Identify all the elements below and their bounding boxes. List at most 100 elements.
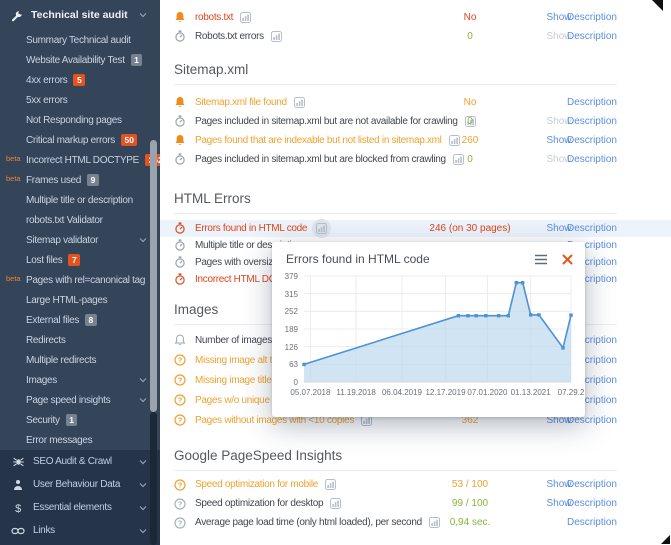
- timer-icon: [174, 115, 187, 128]
- sidebar-item-label: 4xx errors: [26, 75, 67, 86]
- question-alert-icon: ?: [174, 374, 187, 386]
- x-tick-label: 06.04.2019: [382, 388, 422, 397]
- y-tick-label: 379: [285, 272, 298, 281]
- link-icon: [11, 526, 25, 536]
- sidebar-item[interactable]: Website Availability Test1: [0, 50, 160, 70]
- description-link[interactable]: Description: [567, 479, 617, 490]
- count-badge: 5: [73, 74, 85, 86]
- sidebar-item-label: Redirects: [26, 335, 66, 346]
- sidebar-item-label: Security: [26, 415, 60, 426]
- audit-row: Pages included in sitemap.xml but are bl…: [160, 150, 671, 169]
- sidebar-item-label: Not Responding pages: [26, 115, 122, 126]
- menu-icon[interactable]: [534, 254, 548, 265]
- audit-row-label: Number of images: [195, 335, 272, 346]
- audit-row: Pages included in sitemap.xml but are no…: [160, 112, 671, 131]
- description-link[interactable]: Description: [567, 116, 617, 127]
- question-alert-icon: ?: [174, 479, 187, 491]
- sidebar-scrollbar-thumb[interactable]: [150, 140, 157, 412]
- sidebar-group-seo-audit-crawl[interactable]: SEO Audit & Crawl: [0, 450, 160, 473]
- sidebar-item[interactable]: Large HTML-pages: [0, 290, 160, 310]
- sidebar-item[interactable]: robots.txt Validator: [0, 210, 160, 230]
- sidebar-item[interactable]: Lost files 7: [0, 250, 160, 270]
- sidebar-item[interactable]: Multiple title or description: [0, 190, 160, 210]
- sidebar-group-links[interactable]: Links: [0, 519, 160, 542]
- close-icon[interactable]: [562, 254, 573, 265]
- sidebar-item[interactable]: betaIncorrect HTML DOCTYPE362: [0, 150, 160, 170]
- sidebar-item[interactable]: Sitemap validator: [0, 230, 160, 250]
- audit-row: ?Speed optimization for desktop99 / 100S…: [160, 494, 671, 513]
- question-alert-icon: ?: [174, 394, 187, 406]
- audit-row: Robots.txt errors0ShowDescription: [160, 27, 671, 46]
- chart-icon[interactable]: [240, 12, 251, 23]
- section-rows: robots.txtNoShowDescriptionRobots.txt er…: [160, 0, 671, 46]
- audit-row-value: 0: [400, 116, 540, 127]
- sidebar-item[interactable]: Security1: [0, 410, 160, 430]
- svg-text:?: ?: [178, 518, 183, 527]
- beta-badge: beta: [6, 274, 21, 283]
- sidebar-item-label: Page speed insights: [26, 395, 110, 406]
- chevron-down-icon: [139, 398, 147, 403]
- description-link[interactable]: Description: [567, 498, 617, 509]
- chart-icon[interactable]: [312, 219, 331, 238]
- sidebar-item[interactable]: Multiple redirects: [0, 350, 160, 370]
- count-badge: 7: [68, 254, 80, 266]
- sidebar-item[interactable]: betaFrames used9: [0, 170, 160, 190]
- timer-icon: [174, 256, 187, 269]
- popup-title: Errors found in HTML code: [286, 252, 534, 266]
- description-link[interactable]: Description: [567, 12, 617, 23]
- sidebar-item[interactable]: Redirects: [0, 330, 160, 350]
- sidebar-item-label: Multiple title or description: [26, 195, 133, 206]
- chart-icon[interactable]: [294, 97, 305, 108]
- sidebar-group-label: Links: [33, 525, 55, 536]
- description-link[interactable]: Description: [567, 31, 617, 42]
- chart-icon[interactable]: [271, 31, 282, 42]
- question-icon: ?: [174, 498, 187, 510]
- description-link[interactable]: Description: [567, 223, 617, 234]
- timer-alert-icon: [174, 273, 187, 286]
- count-badge: 9: [87, 174, 99, 186]
- section-rows: ?Speed optimization for mobile53 / 100Sh…: [160, 475, 671, 532]
- sidebar-item[interactable]: Error messages: [0, 430, 160, 450]
- question-icon: ?: [174, 517, 187, 529]
- sidebar-item-label: Images: [26, 375, 57, 386]
- audit-row: robots.txtNoShowDescription: [160, 8, 671, 27]
- sidebar-item[interactable]: Page speed insights: [0, 390, 160, 410]
- sidebar-item[interactable]: External files8: [0, 310, 160, 330]
- sidebar-groups: SEO Audit & CrawlUser Behaviour Data$Ess…: [0, 450, 160, 542]
- sidebar-item[interactable]: Images: [0, 370, 160, 390]
- timer-icon: [174, 30, 187, 43]
- sidebar-group-essential-elements[interactable]: $Essential elements: [0, 496, 160, 519]
- chart-x-axis: 05.07.201811.19.201806.04.201912.17.2019…: [304, 386, 571, 400]
- chart-icon[interactable]: [330, 498, 341, 509]
- chart-y-axis: 063126189252315379: [278, 276, 300, 382]
- audit-row-value: 0,94 sec.: [400, 517, 540, 528]
- popup-header: Errors found in HTML code: [272, 242, 585, 266]
- description-link[interactable]: Description: [567, 154, 617, 165]
- sidebar-item-label: Lost files: [26, 255, 62, 266]
- sidebar-item-label: Multiple redirects: [26, 355, 96, 366]
- sidebar-item-label: Critical markup errors: [26, 135, 115, 146]
- count-badge: 50: [121, 134, 137, 146]
- sidebar-item-label: Summary Technical audit: [26, 35, 131, 46]
- sidebar-group-user-behaviour-data[interactable]: User Behaviour Data: [0, 473, 160, 496]
- audit-row-label: Speed optimization for mobile: [195, 479, 318, 490]
- audit-row-label: Sitemap.xml file found: [195, 97, 287, 108]
- sidebar-item[interactable]: 5xx errors: [0, 90, 160, 110]
- chart-icon[interactable]: [325, 479, 336, 490]
- bell-alert-icon: [174, 96, 187, 109]
- chart-plot: [304, 276, 571, 382]
- beta-badge: beta: [6, 154, 21, 163]
- svg-text:?: ?: [178, 480, 183, 489]
- description-link[interactable]: Description: [567, 517, 617, 528]
- sidebar-item[interactable]: Summary Technical audit: [0, 30, 160, 50]
- sidebar-item-label: 5xx errors: [26, 95, 67, 106]
- cursor-artifact: [652, 0, 663, 11]
- sidebar-item[interactable]: 4xx errors 5: [0, 70, 160, 90]
- description-link[interactable]: Description: [567, 135, 617, 146]
- sidebar-item[interactable]: Critical markup errors 50: [0, 130, 160, 150]
- sidebar-item[interactable]: betaPages with rel=canonical tag: [0, 270, 160, 290]
- description-link[interactable]: Description: [567, 97, 617, 108]
- sidebar-item[interactable]: Not Responding pages: [0, 110, 160, 130]
- svg-text:?: ?: [178, 396, 183, 405]
- sidebar-header[interactable]: Technical site audit: [0, 0, 160, 30]
